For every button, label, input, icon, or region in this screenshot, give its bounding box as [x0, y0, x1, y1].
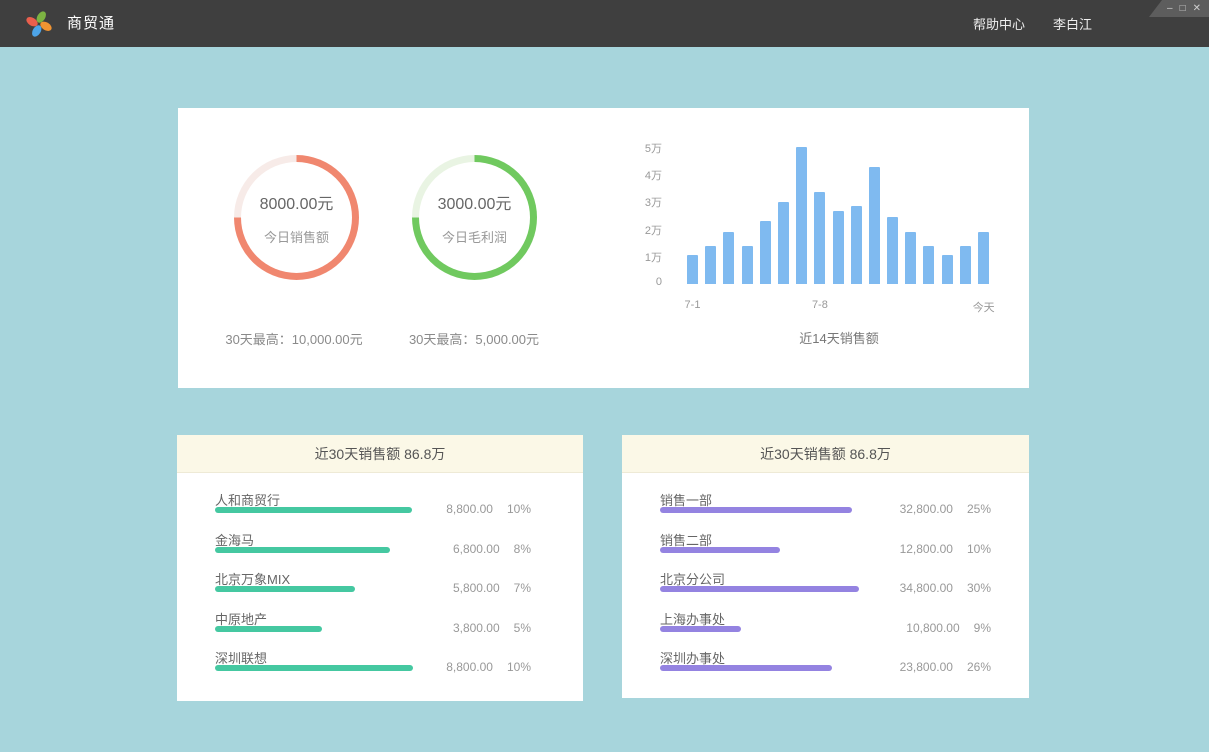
pinwheel-logo-icon	[24, 9, 54, 39]
sales-list-row: 金海马 6,800.00 8%	[215, 530, 583, 570]
row-percent: 7%	[514, 581, 531, 595]
row-name: 销售二部	[660, 530, 712, 549]
row-progress-bar	[215, 586, 355, 592]
sales-list-row: 深圳办事处23,800.0026%	[660, 648, 1029, 688]
minimize-icon[interactable]: –	[1167, 0, 1173, 17]
sales-list-row: 中原地产 3,800.00 5%	[215, 609, 583, 649]
row-progress-bar	[660, 626, 741, 632]
sales-list-row: 人和商贸行8,800.0010%	[215, 490, 583, 530]
departments-sales-card: 近30天销售额 86.8万 销售一部32,800.0025%销售二部12,800…	[622, 435, 1029, 698]
titlebar: 商贸通 帮助中心 李白江 – □ ✕	[0, 0, 1209, 47]
sales-list-row: 销售一部32,800.0025%	[660, 490, 1029, 530]
y-axis-tick: 3万	[608, 194, 662, 210]
sales-bar	[778, 202, 789, 284]
sales-bar	[923, 246, 934, 284]
row-progress-bar	[215, 665, 413, 671]
sales-list-row: 上海办事处 10,800.00 9%	[660, 609, 1029, 649]
sales-bar	[869, 167, 880, 284]
y-axis-tick: 5万	[608, 140, 662, 156]
chart-bars	[687, 144, 991, 284]
close-icon[interactable]: ✕	[1193, 0, 1201, 17]
y-axis-tick: 4万	[608, 167, 662, 183]
row-percent: 25%	[967, 502, 991, 516]
row-progress-bar	[660, 665, 832, 671]
sales-bar	[960, 246, 971, 284]
window-controls: – □ ✕	[1149, 0, 1209, 17]
row-name: 上海办事处	[660, 609, 725, 628]
row-percent: 26%	[967, 660, 991, 674]
maximize-icon[interactable]: □	[1180, 0, 1186, 17]
row-percent: 10%	[507, 502, 531, 516]
row-value: 34,800.00 30%	[900, 581, 991, 595]
row-name: 金海马	[215, 530, 254, 549]
y-axis-tick: 1万	[608, 249, 662, 265]
row-value: 12,800.00 10%	[900, 542, 991, 556]
header-links: 帮助中心 李白江	[973, 0, 1092, 47]
row-amount: 34,800.00	[900, 581, 953, 595]
x-axis-tick: 7-8	[812, 299, 828, 311]
row-value: 8,800.00 10%	[446, 660, 531, 674]
row-amount: 10,800.00	[906, 621, 959, 635]
sales-bar	[814, 192, 825, 284]
sales-bar	[742, 246, 753, 284]
sales-list-row: 销售二部 12,800.00 10%	[660, 530, 1029, 570]
row-amount: 6,800.00	[453, 542, 500, 556]
customers-sales-card: 近30天销售额 86.8万 人和商贸行8,800.0010%金海马6,800.0…	[177, 435, 583, 701]
sales-bar	[942, 255, 953, 284]
sales-bar	[705, 246, 716, 284]
row-progress-bar	[215, 547, 390, 553]
sales-list-row: 北京分公司34,800.0030%	[660, 569, 1029, 609]
user-name-link[interactable]: 李白江	[1053, 14, 1092, 33]
departments-card-title: 近30天销售额 86.8万	[622, 435, 1029, 473]
row-amount: 5,800.00	[453, 581, 500, 595]
row-value: 8,800.00 10%	[446, 502, 531, 516]
x-axis-tick: 今天	[973, 299, 995, 315]
overview-panel: 8000.00元 今日销售额 3000.00元 今日毛利润 30天最高：10,0…	[178, 108, 1029, 388]
app-title: 商贸通	[67, 0, 115, 47]
sales-bar	[687, 255, 698, 284]
help-center-link[interactable]: 帮助中心	[973, 14, 1025, 33]
row-value: 32,800.00 25%	[900, 502, 991, 516]
sales-bar	[851, 206, 862, 284]
x-axis-tick: 7-1	[685, 299, 701, 311]
row-amount: 8,800.00	[446, 502, 493, 516]
row-progress-bar	[215, 507, 412, 513]
row-amount: 12,800.00	[900, 542, 953, 556]
row-value: 5,800.00 7%	[453, 581, 531, 595]
customers-card-title: 近30天销售额 86.8万	[177, 435, 583, 473]
sales-list-row: 北京万象MIX5,800.007%	[215, 569, 583, 609]
row-progress-bar	[660, 547, 780, 553]
row-percent: 5%	[514, 621, 531, 635]
row-amount: 23,800.00	[900, 660, 953, 674]
sales-bar	[833, 211, 844, 284]
sales-bar	[887, 217, 898, 284]
row-amount: 32,800.00	[900, 502, 953, 516]
row-amount: 3,800.00	[453, 621, 500, 635]
row-name: 中原地产	[215, 609, 267, 628]
row-progress-bar	[660, 586, 859, 592]
row-value: 3,800.00 5%	[453, 621, 531, 635]
row-progress-bar	[660, 507, 852, 513]
chart-title: 近14天销售额	[687, 328, 991, 347]
y-axis-tick: 0	[608, 276, 662, 288]
row-percent: 8%	[514, 542, 531, 556]
row-amount: 8,800.00	[446, 660, 493, 674]
row-percent: 10%	[507, 660, 531, 674]
row-value: 6,800.00 8%	[453, 542, 531, 556]
sales-list-row: 深圳联想8,800.0010%	[215, 648, 583, 688]
row-progress-bar	[215, 626, 322, 632]
sales-bar	[723, 232, 734, 284]
sales-bar	[978, 232, 989, 284]
y-axis-tick: 2万	[608, 222, 662, 238]
row-value: 10,800.00 9%	[906, 621, 991, 635]
row-percent: 9%	[974, 621, 991, 635]
row-percent: 30%	[967, 581, 991, 595]
sales-14day-bar-chart: 5万 4万 3万 2万 1万 0 7-1 7-8 今天 近14天销售额	[178, 108, 1029, 388]
sales-bar	[905, 232, 916, 284]
row-percent: 10%	[967, 542, 991, 556]
row-value: 23,800.00 26%	[900, 660, 991, 674]
sales-bar	[796, 147, 807, 284]
sales-bar	[760, 221, 771, 284]
